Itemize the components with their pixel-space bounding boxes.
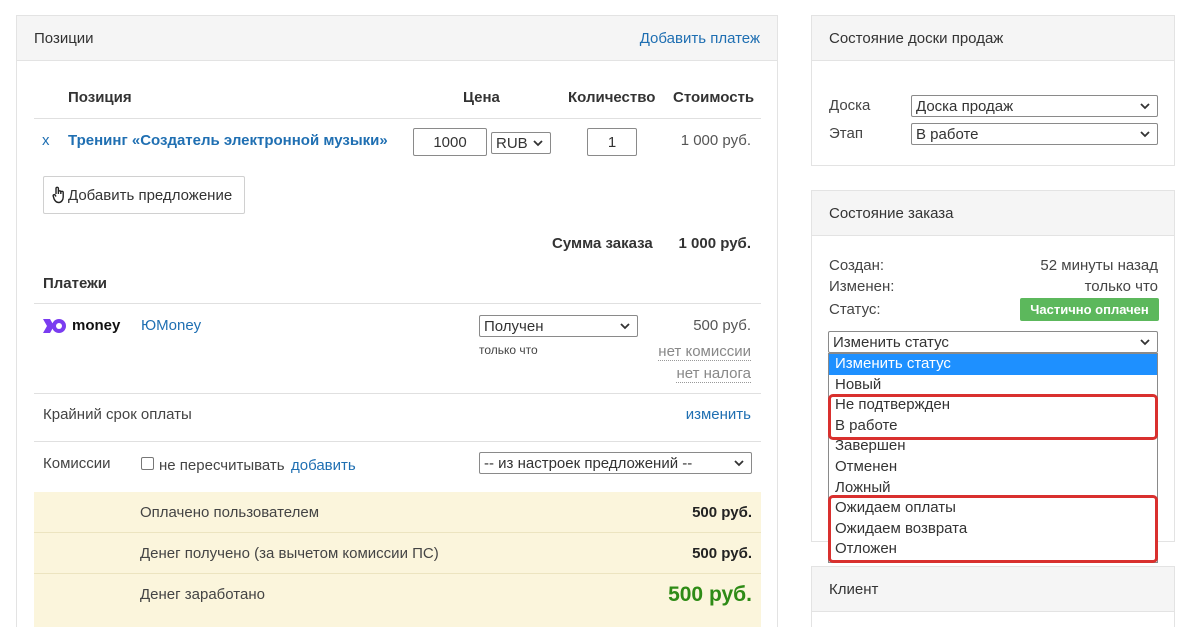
change-status-select-value: Изменить статус (833, 333, 949, 351)
add-offer-button-label: Добавить предложение (68, 186, 233, 204)
board-state-title: Состояние доски продаж (829, 29, 1004, 47)
summary-row-earned: Денег заработано 500 руб. (34, 574, 761, 615)
payment-summary: Оплачено пользователем 500 руб. Денег по… (34, 492, 761, 627)
payment-divider (34, 393, 761, 394)
summary-earned-label: Денег заработано (140, 586, 265, 603)
deadline-divider (34, 441, 761, 442)
header-divider (34, 118, 761, 119)
item-cost: 1 000 руб. (680, 132, 751, 149)
deadline-change-link[interactable]: изменить (686, 406, 751, 423)
summary-received-label: Денег получено (за вычетом комиссии ПС) (140, 545, 439, 562)
board-select-value: Доска продаж (916, 97, 1014, 115)
tax-link[interactable]: нет налога (676, 365, 751, 383)
order-state-title: Состояние заказа (829, 204, 954, 222)
status-label: Статус: (829, 301, 881, 318)
client-panel-title: Клиент (829, 580, 879, 598)
payment-status-select[interactable]: Получен (479, 315, 638, 337)
summary-earned-value: 500 руб. (668, 583, 752, 606)
add-commission-link[interactable]: добавить (291, 457, 356, 474)
quantity-input[interactable]: 1 (587, 128, 637, 156)
chevron-down-icon (734, 460, 744, 467)
commissions-label: Комиссии (43, 455, 111, 472)
payment-provider-link[interactable]: ЮMoney (141, 317, 201, 334)
payment-amount: 500 руб. (693, 317, 751, 334)
order-sum-label: Сумма заказа (552, 235, 653, 252)
positions-panel: Позиции Добавить платеж Позиция Цена Кол… (16, 15, 778, 627)
commission-link[interactable]: нет комиссии (658, 343, 751, 361)
currency-select-value: RUB (496, 134, 528, 152)
column-header-cost: Стоимость (673, 89, 755, 106)
status-badge: Частично оплачен (1020, 298, 1159, 321)
no-recalc-checkbox[interactable] (141, 457, 154, 470)
highlight-box-bottom (828, 495, 1158, 563)
add-offer-button[interactable]: Добавить предложение (43, 176, 245, 214)
currency-select[interactable]: RUB (491, 132, 551, 154)
board-label: Доска (829, 97, 871, 114)
add-payment-link[interactable]: Добавить платеж (640, 30, 760, 47)
changed-value: только что (1084, 278, 1158, 295)
stage-select[interactable]: В работе (911, 123, 1158, 145)
chevron-down-icon (1140, 339, 1150, 346)
payment-time: только что (479, 343, 538, 357)
commission-source-select[interactable]: -- из настроек предложений -- (479, 452, 752, 474)
board-select[interactable]: Доска продаж (911, 95, 1158, 117)
hand-pointer-icon (52, 186, 64, 204)
chevron-down-icon (1140, 131, 1150, 138)
deadline-label: Крайний срок оплаты (43, 406, 192, 423)
yoomoney-logo-text: money (72, 317, 121, 334)
item-name-link[interactable]: Тренинг «Создатель электронной музыки» (68, 132, 388, 149)
stage-select-value: В работе (916, 125, 979, 143)
summary-paid-value: 500 руб. (692, 504, 752, 521)
payment-status-select-value: Получен (484, 317, 544, 335)
changed-label: Изменен: (829, 278, 895, 295)
payments-title: Платежи (43, 275, 107, 292)
summary-row-paid: Оплачено пользователем 500 руб. (34, 492, 761, 533)
column-header-price: Цена (463, 89, 500, 106)
summary-row-received: Денег получено (за вычетом комиссии ПС) … (34, 533, 761, 574)
status-option[interactable]: Новый (829, 375, 1157, 396)
status-option[interactable]: Отменен (829, 457, 1157, 478)
chevron-down-icon (533, 140, 543, 147)
client-panel: Клиент (811, 566, 1175, 627)
change-status-select[interactable]: Изменить статус (828, 331, 1158, 353)
stage-label: Этап (829, 125, 863, 142)
commission-source-select-value: -- из настроек предложений -- (484, 454, 693, 472)
created-value: 52 минуты назад (1040, 257, 1158, 274)
no-recalc-label: не пересчитывать (159, 457, 285, 474)
positions-panel-title: Позиции (34, 29, 94, 47)
board-state-panel: Состояние доски продаж Доска Доска прода… (811, 15, 1175, 166)
chevron-down-icon (1140, 103, 1150, 110)
highlight-box-top (828, 394, 1158, 440)
column-header-position: Позиция (68, 89, 132, 106)
client-panel-header: Клиент (812, 567, 1174, 612)
summary-paid-label: Оплачено пользователем (140, 504, 320, 521)
order-state-header: Состояние заказа (812, 191, 1174, 236)
created-label: Создан: (829, 257, 885, 274)
column-header-quantity: Количество (568, 89, 656, 106)
yoomoney-logo-icon (43, 318, 66, 333)
order-sum-value: 1 000 руб. (678, 235, 751, 252)
price-input[interactable]: 1000 (413, 128, 487, 156)
yoomoney-logo: money (43, 317, 120, 334)
chevron-down-icon (620, 323, 630, 330)
positions-panel-header: Позиции Добавить платеж (17, 16, 777, 61)
board-state-header: Состояние доски продаж (812, 16, 1174, 61)
summary-received-value: 500 руб. (692, 545, 752, 562)
payments-divider (34, 303, 761, 304)
remove-item-button[interactable]: x (42, 132, 50, 149)
status-option[interactable]: Изменить статус (829, 354, 1157, 375)
